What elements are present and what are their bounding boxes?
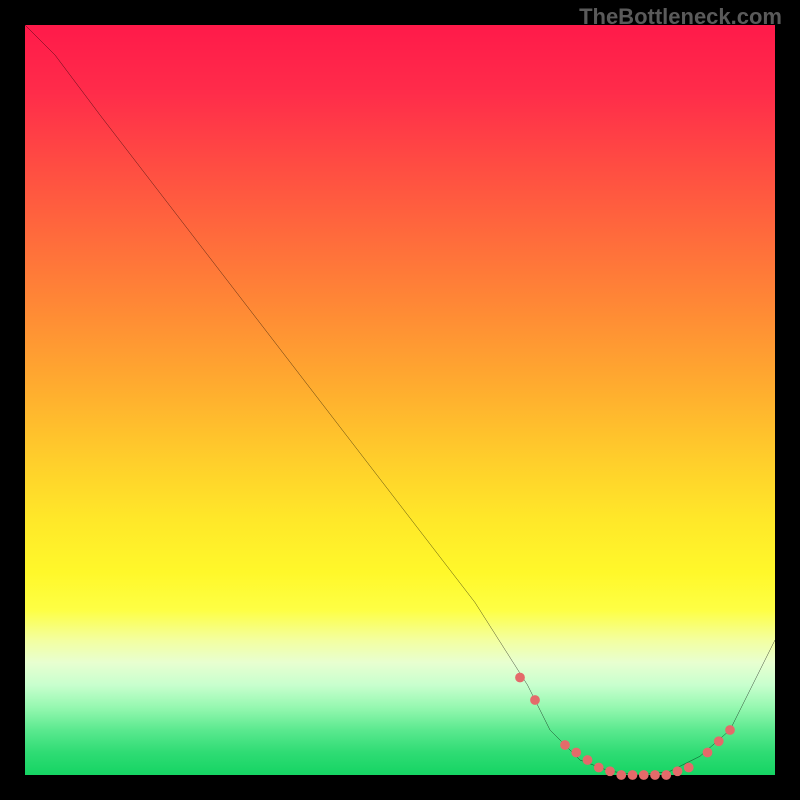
marker-point — [560, 740, 570, 750]
marker-point — [661, 770, 671, 780]
marker-point — [714, 736, 724, 746]
marker-point — [725, 725, 735, 735]
marker-point — [616, 770, 626, 780]
marker-point — [571, 748, 581, 758]
marker-point — [515, 673, 525, 683]
marker-point — [628, 770, 638, 780]
marker-point — [530, 695, 540, 705]
marker-point — [605, 766, 615, 776]
marker-point — [684, 763, 694, 773]
plot-area — [25, 25, 775, 775]
marker-point — [673, 766, 683, 776]
chart-svg — [25, 25, 775, 775]
marker-point — [650, 770, 660, 780]
marker-point — [703, 748, 713, 758]
marker-point — [594, 763, 604, 773]
marker-point — [639, 770, 649, 780]
marker-point — [583, 755, 593, 765]
bottleneck-curve — [25, 25, 775, 775]
watermark-text: TheBottleneck.com — [579, 4, 782, 30]
